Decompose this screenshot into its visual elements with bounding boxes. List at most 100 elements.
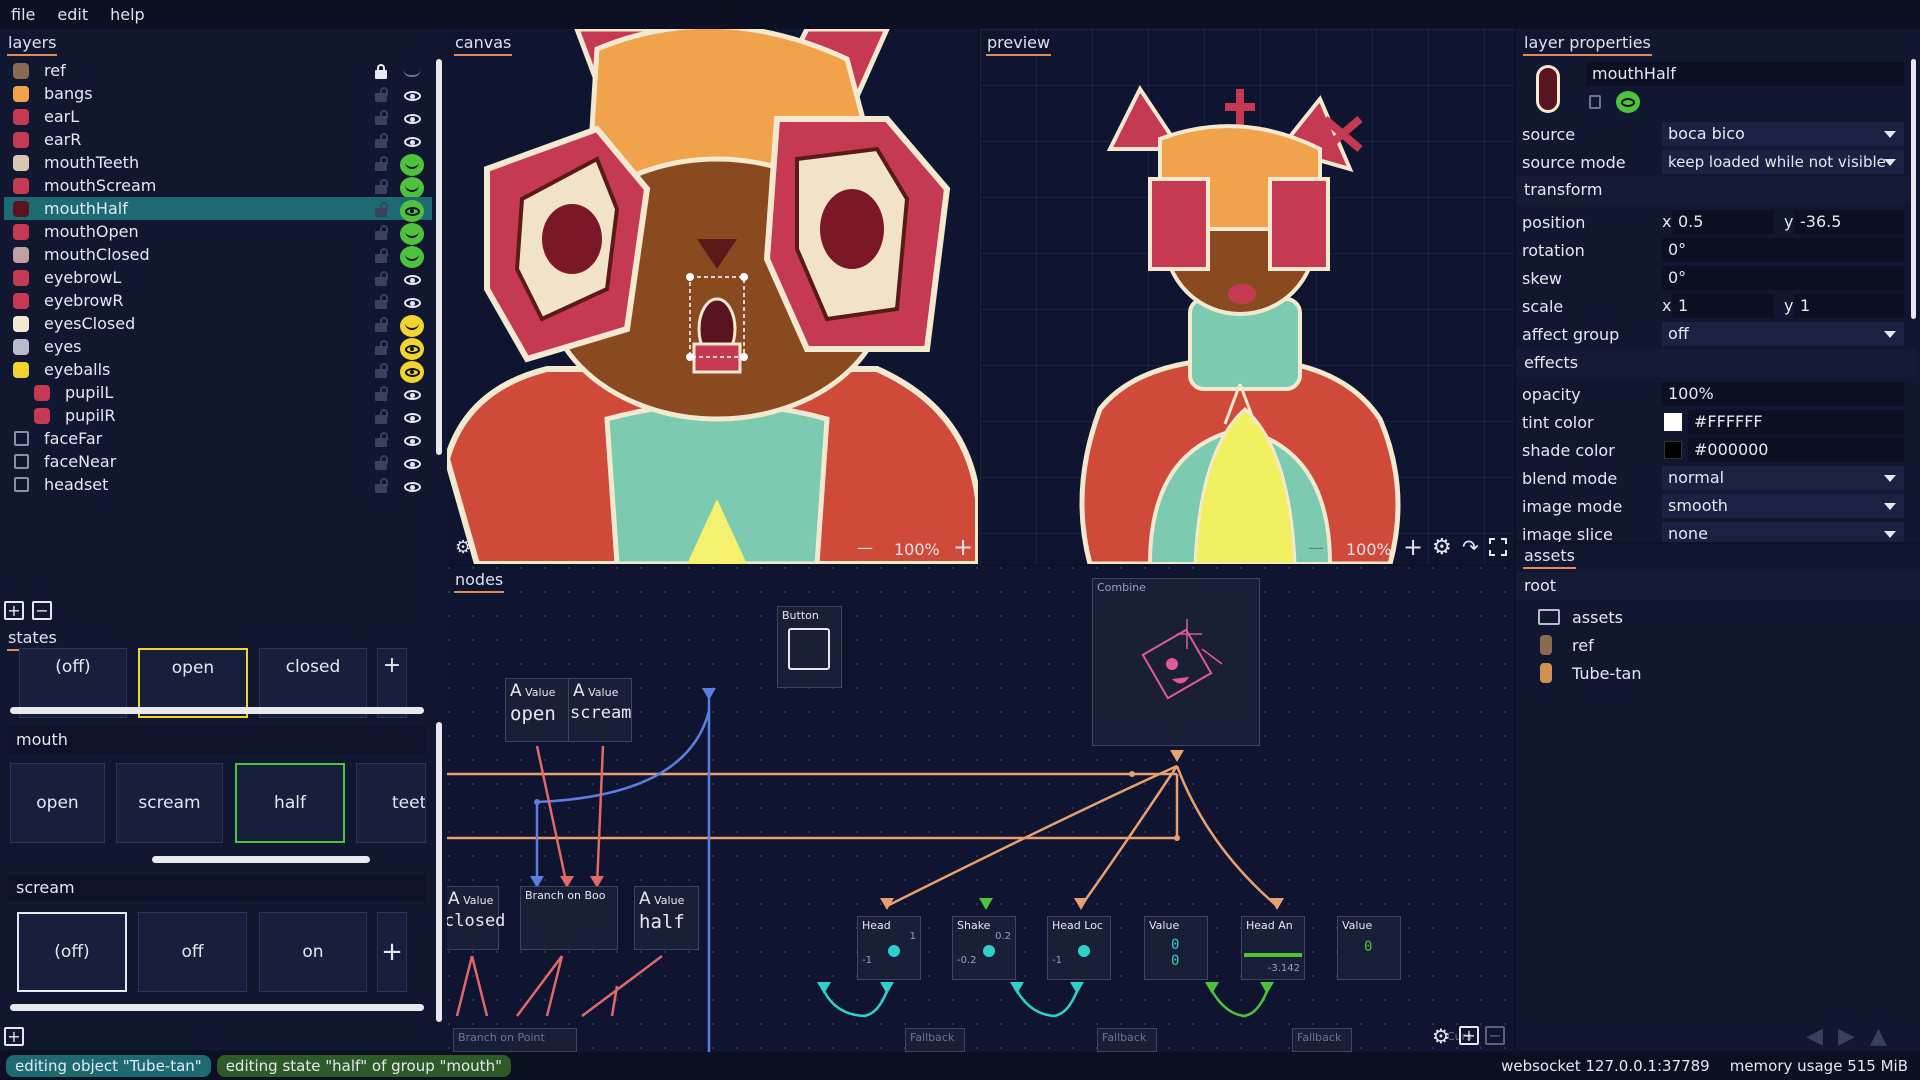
lock-icon[interactable] — [374, 455, 388, 471]
visibility-icon[interactable] — [400, 384, 424, 406]
state-mouth-scream[interactable]: scream — [116, 763, 223, 843]
lock-icon[interactable] — [374, 202, 388, 218]
preview-zoom-out-icon[interactable]: — — [1308, 538, 1324, 557]
visibility-icon[interactable] — [400, 361, 424, 383]
node-branch-on-bool[interactable]: Branch on Boo — [520, 886, 618, 950]
state-mouth-open[interactable]: open — [10, 763, 105, 843]
scale-y-field[interactable]: 1 — [1794, 294, 1904, 318]
skew-field[interactable]: 0° — [1662, 266, 1904, 290]
visibility-icon[interactable] — [400, 453, 424, 475]
add-group-icon[interactable]: + — [4, 1027, 24, 1046]
lock-icon[interactable] — [374, 409, 388, 425]
visibility-icon[interactable] — [400, 223, 424, 245]
scale-x-field[interactable]: 1 — [1672, 294, 1774, 318]
layer-row-eyebrowR[interactable]: eyebrowR — [4, 289, 432, 312]
state-scream-off[interactable]: off — [138, 912, 247, 992]
states-scrollbar[interactable] — [436, 722, 442, 1022]
visibility-icon[interactable] — [400, 131, 424, 153]
nodes-settings-icon[interactable]: ⚙ — [1432, 1024, 1450, 1048]
layer-row-faceNear[interactable]: faceNear — [4, 450, 432, 473]
node-button[interactable]: Button — [777, 606, 842, 688]
layer-row-pupilL[interactable]: pupilL — [4, 381, 432, 404]
state-scream-off-paren[interactable]: (off) — [17, 912, 127, 992]
remove-node-icon[interactable]: − — [1485, 1026, 1505, 1045]
layer-row-eyesClosed[interactable]: eyesClosed — [4, 312, 432, 337]
visibility-icon[interactable] — [400, 292, 424, 314]
visibility-icon[interactable] — [400, 246, 424, 268]
states-top-scrollbar[interactable] — [10, 707, 424, 714]
node-shake[interactable]: Shake -0.2 0.2 — [952, 916, 1016, 980]
asset-up-icon[interactable]: ▲ — [1870, 1024, 1887, 1049]
lock-icon[interactable] — [374, 133, 388, 149]
node-value-scream[interactable]: A Value scream — [568, 678, 632, 742]
lock-icon[interactable] — [374, 248, 388, 264]
lock-icon[interactable] — [374, 340, 388, 356]
lock-icon[interactable] — [374, 156, 388, 172]
lock-icon[interactable] — [374, 317, 388, 333]
layer-visible-icon[interactable] — [1616, 91, 1640, 113]
remove-layer-icon[interactable]: − — [32, 601, 52, 620]
visibility-icon[interactable] — [400, 476, 424, 498]
lock-icon[interactable] — [374, 363, 388, 379]
layers-scrollbar[interactable] — [436, 59, 442, 455]
image-slice-dropdown[interactable]: none — [1662, 522, 1904, 542]
lock-icon[interactable] — [374, 432, 388, 448]
layer-row-eyes[interactable]: eyes — [4, 335, 432, 360]
layer-row-ref[interactable]: ref — [4, 59, 432, 82]
node-value-open[interactable]: A Value open — [505, 678, 569, 742]
position-x-field[interactable]: 0.5 — [1672, 210, 1774, 234]
layer-row-earR[interactable]: earR — [4, 128, 432, 151]
states-mouth-scrollbar[interactable] — [152, 856, 370, 863]
asset-next-icon[interactable]: ▶ — [1838, 1024, 1855, 1049]
nodes-panel[interactable]: nodes A Value open A Value scream Button… — [447, 566, 1514, 1052]
canvas-zoom-out-icon[interactable]: — — [857, 538, 873, 557]
node-value-vec[interactable]: Value 0 0 — [1144, 916, 1208, 980]
canvas-zoom-in-icon[interactable]: + — [953, 533, 973, 561]
add-state-scream-button[interactable]: + — [377, 912, 407, 992]
visibility-icon[interactable] — [400, 154, 424, 176]
asset-ref[interactable]: ref — [1524, 632, 1594, 658]
state-mouth-teeth[interactable]: teeth — [356, 763, 426, 843]
node-value-half[interactable]: A Value half — [634, 886, 699, 950]
layer-row-pupilR[interactable]: pupilR — [4, 404, 432, 427]
visibility-icon[interactable] — [400, 200, 424, 222]
menu-help[interactable]: help — [99, 5, 156, 24]
lock-icon[interactable] — [374, 87, 388, 103]
source-mode-dropdown[interactable]: keep loaded while not visible — [1662, 150, 1904, 174]
visibility-icon[interactable] — [400, 108, 424, 130]
add-node-icon[interactable]: + — [1459, 1026, 1479, 1045]
asset-prev-icon[interactable]: ◀ — [1806, 1024, 1823, 1049]
layer-row-faceFar[interactable]: faceFar — [4, 427, 432, 450]
state-mouth-half[interactable]: half — [235, 763, 345, 843]
canvas-panel[interactable]: canvas ⚙ — 100% + — [447, 29, 978, 564]
lock-icon[interactable] — [374, 294, 388, 310]
layer-row-mouthHalf[interactable]: mouthHalf — [4, 197, 432, 222]
lock-icon[interactable] — [374, 386, 388, 402]
menu-file[interactable]: file — [0, 5, 46, 24]
visibility-icon[interactable] — [400, 62, 424, 84]
node-fallback-3[interactable]: Fallback — [1292, 1028, 1352, 1052]
add-layer-icon[interactable]: + — [4, 601, 24, 620]
preview-fullscreen-icon[interactable] — [1489, 538, 1507, 556]
layer-name-field[interactable]: mouthHalf — [1586, 62, 1904, 86]
shade-color-swatch[interactable] — [1664, 441, 1682, 459]
visibility-icon[interactable] — [400, 177, 424, 199]
preview-share-icon[interactable]: ↷ — [1462, 535, 1479, 559]
layer-row-mouthTeeth[interactable]: mouthTeeth — [4, 151, 432, 176]
layer-row-bangs[interactable]: bangs — [4, 82, 432, 105]
shade-color-field[interactable]: #000000 — [1688, 438, 1904, 462]
blend-mode-dropdown[interactable]: normal — [1662, 466, 1904, 490]
state-scream-on[interactable]: on — [259, 912, 367, 992]
node-branch-on-point[interactable]: Branch on Point — [453, 1028, 577, 1052]
lock-icon[interactable] — [374, 271, 388, 287]
node-combine[interactable]: Combine — [1092, 578, 1260, 746]
position-y-field[interactable]: -36.5 — [1794, 210, 1904, 234]
visibility-icon[interactable] — [400, 338, 424, 360]
properties-scrollbar[interactable] — [1911, 59, 1916, 319]
preview-panel[interactable]: preview — 100% + ⚙ ↷ — [980, 29, 1514, 564]
source-dropdown[interactable]: boca bico — [1662, 122, 1904, 146]
node-value-closed[interactable]: A Value closed — [447, 886, 505, 950]
button-node-icon[interactable] — [788, 628, 830, 670]
layer-row-mouthClosed[interactable]: mouthClosed — [4, 243, 432, 268]
node-head[interactable]: Head -1 1 — [857, 916, 921, 980]
